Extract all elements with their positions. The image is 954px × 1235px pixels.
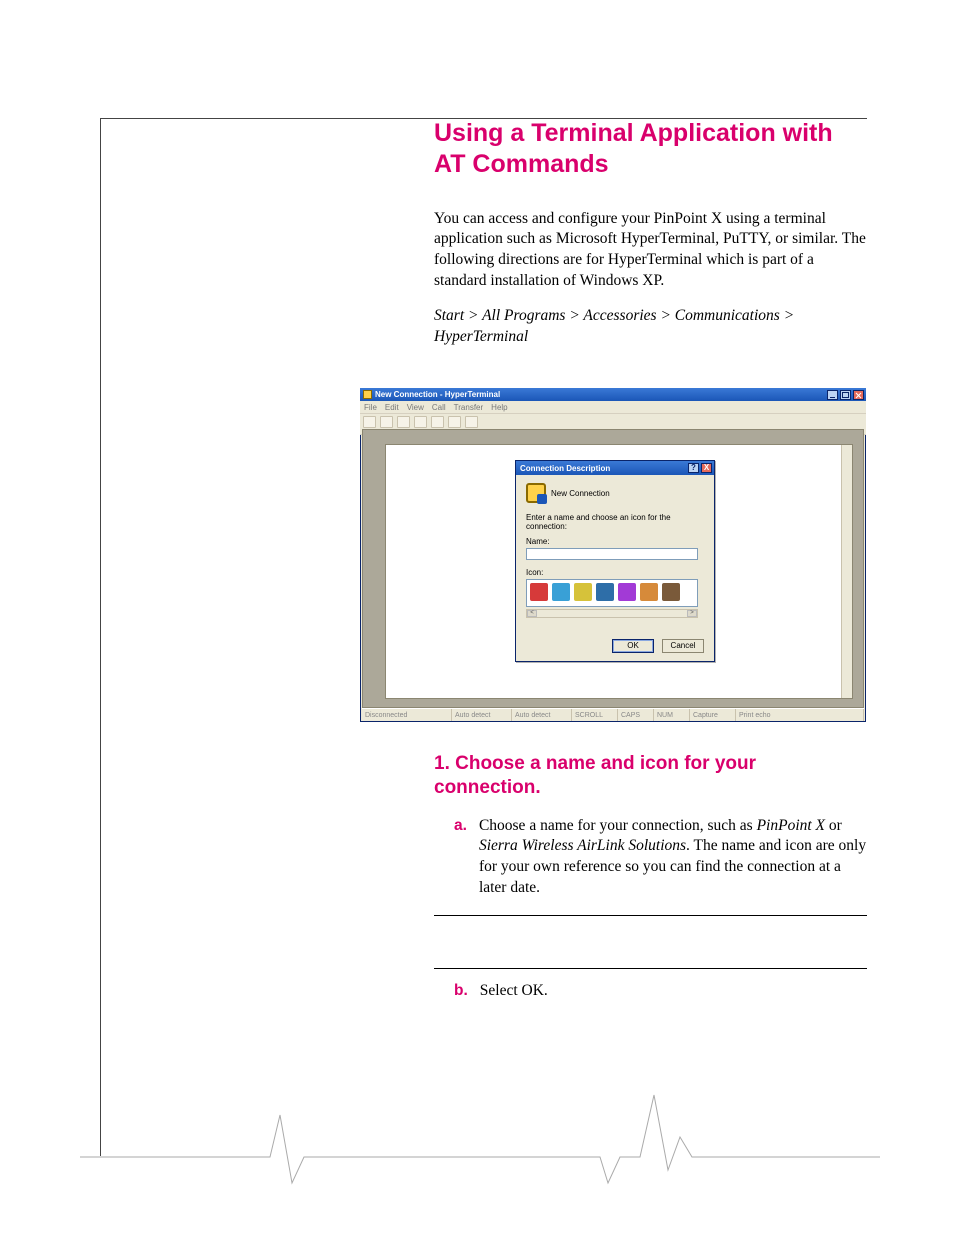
- icon-option-4[interactable]: [596, 583, 614, 601]
- icon-option-6[interactable]: [640, 583, 658, 601]
- connection-description-dialog: Connection Description ? X New Connectio…: [515, 460, 715, 662]
- name-label: Name:: [526, 537, 704, 546]
- icon-option-3[interactable]: [574, 583, 592, 601]
- icon-option-1[interactable]: [530, 583, 548, 601]
- dialog-prompt: Enter a name and choose an icon for the …: [526, 513, 704, 531]
- hyperterminal-statusbar: Disconnected Auto detect Auto detect SCR…: [362, 708, 864, 721]
- close-button[interactable]: [853, 390, 864, 400]
- icon-scrollbar[interactable]: < >: [526, 609, 698, 618]
- status-connection: Disconnected: [362, 709, 452, 721]
- step-a: a. Choose a name for your connection, su…: [454, 816, 867, 900]
- status-capture: Capture: [690, 709, 736, 721]
- icon-option-7[interactable]: [662, 583, 680, 601]
- tool-open-icon[interactable]: [380, 416, 393, 428]
- left-rule: [100, 118, 101, 1156]
- status-scroll: SCROLL: [572, 709, 618, 721]
- tool-send-icon[interactable]: [431, 416, 444, 428]
- cancel-button[interactable]: Cancel: [662, 639, 704, 653]
- hyperterminal-title: New Connection - HyperTerminal: [375, 390, 500, 399]
- step-b-text: Select OK.: [480, 981, 548, 1002]
- name-input[interactable]: [526, 548, 698, 560]
- status-detect2: Auto detect: [512, 709, 572, 721]
- step-a-em1: PinPoint X: [757, 817, 825, 834]
- scroll-right-button[interactable]: >: [687, 610, 697, 617]
- page-title: Using a Terminal Application with AT Com…: [434, 118, 867, 181]
- step-a-em2: Sierra Wireless AirLink Solutions: [479, 837, 686, 854]
- hyperterminal-menubar: File Edit View Call Transfer Help: [360, 401, 866, 414]
- tool-hangup-icon[interactable]: [414, 416, 427, 428]
- menu-help[interactable]: Help: [491, 403, 507, 412]
- tool-new-icon[interactable]: [363, 416, 376, 428]
- status-num: NUM: [654, 709, 690, 721]
- intro-paragraph: You can access and configure your PinPoi…: [434, 209, 867, 293]
- status-echo: Print echo: [736, 709, 864, 721]
- icon-option-5[interactable]: [618, 583, 636, 601]
- icon-chooser[interactable]: [526, 579, 698, 607]
- menu-view[interactable]: View: [407, 403, 424, 412]
- menu-file[interactable]: File: [364, 403, 377, 412]
- tool-receive-icon[interactable]: [448, 416, 461, 428]
- minimize-button[interactable]: [827, 390, 838, 400]
- dialog-close-button[interactable]: X: [701, 463, 712, 473]
- dialog-body: New Connection Enter a name and choose a…: [516, 475, 714, 626]
- new-connection-icon: [526, 483, 546, 503]
- step-b-marker: b.: [454, 981, 468, 1002]
- maximize-button[interactable]: [840, 390, 851, 400]
- menu-edit[interactable]: Edit: [385, 403, 399, 412]
- dialog-titlebar[interactable]: Connection Description ? X: [516, 461, 714, 475]
- step-a-text: Choose a name for your connection, such …: [479, 816, 867, 900]
- tool-properties-icon[interactable]: [465, 416, 478, 428]
- hyperterminal-titlebar[interactable]: New Connection - HyperTerminal: [360, 388, 866, 401]
- section-1-heading: 1. Choose a name and icon for your conne…: [434, 752, 867, 800]
- dialog-heading: New Connection: [551, 489, 610, 498]
- step-a-mid: or: [825, 817, 842, 834]
- icon-option-2[interactable]: [552, 583, 570, 601]
- dialog-help-button[interactable]: ?: [688, 463, 699, 473]
- hyperterminal-window: New Connection - HyperTerminal File Edit…: [360, 388, 866, 722]
- step-b: b. Select OK.: [454, 981, 867, 1002]
- hyperterminal-icon: [363, 390, 372, 399]
- navigation-path: Start > All Programs > Accessories > Com…: [434, 306, 867, 348]
- step-a-prefix: Choose a name for your connection, such …: [479, 817, 757, 834]
- status-detect1: Auto detect: [452, 709, 512, 721]
- vertical-scrollbar[interactable]: [841, 445, 852, 698]
- divider-bottom: [434, 968, 867, 969]
- scroll-left-button[interactable]: <: [527, 610, 537, 617]
- ok-button[interactable]: OK: [612, 639, 654, 653]
- status-caps: CAPS: [618, 709, 654, 721]
- menu-call[interactable]: Call: [432, 403, 446, 412]
- divider-top: [434, 915, 867, 916]
- icon-label: Icon:: [526, 568, 704, 577]
- ekg-decoration: [80, 1075, 880, 1185]
- menu-transfer[interactable]: Transfer: [454, 403, 484, 412]
- step-a-marker: a.: [454, 816, 467, 900]
- tool-call-icon[interactable]: [397, 416, 410, 428]
- dialog-title: Connection Description: [520, 464, 610, 473]
- hyperterminal-client: Connection Description ? X New Connectio…: [362, 429, 864, 708]
